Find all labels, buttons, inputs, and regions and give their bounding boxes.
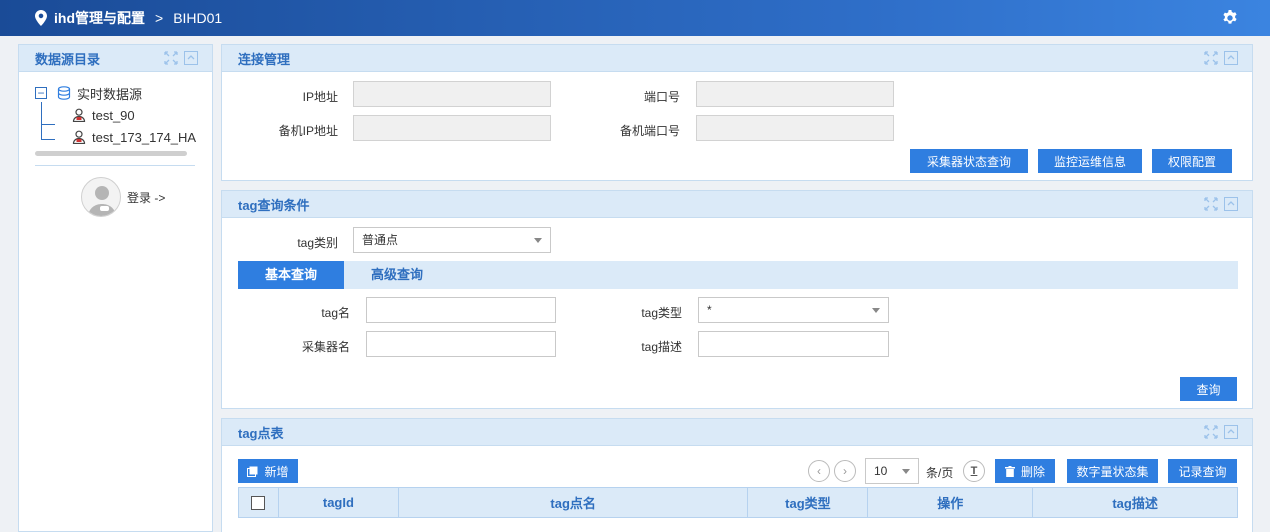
- query-panel-title: tag查询条件: [238, 197, 310, 213]
- connection-panel-title: 连接管理: [238, 51, 291, 67]
- location-pin-icon: [35, 10, 47, 26]
- expand-icon[interactable]: [1204, 425, 1218, 439]
- page-size-value: 10: [874, 464, 888, 478]
- select-all-cell[interactable]: [238, 487, 279, 518]
- user-agent-icon: [72, 108, 86, 122]
- add-button-label: 新增: [264, 464, 289, 479]
- expand-icon[interactable]: [164, 51, 178, 65]
- column-header-operation: 操作: [867, 487, 1034, 518]
- query-tabs: 基本查询 高级查询: [238, 261, 1238, 289]
- tab-advanced-query[interactable]: 高级查询: [344, 261, 450, 289]
- column-header-tag-desc[interactable]: tag描述: [1032, 487, 1238, 518]
- digital-state-set-button[interactable]: 数字量状态集: [1067, 459, 1158, 483]
- tag-desc-label: tag描述: [641, 340, 682, 354]
- database-icon: [57, 86, 71, 100]
- tag-type-select[interactable]: *: [698, 297, 889, 323]
- tag-name-input[interactable]: [366, 297, 556, 323]
- tag-type-value: *: [707, 303, 712, 317]
- gear-icon[interactable]: [1222, 10, 1238, 26]
- datasource-panel-header: 数据源目录: [19, 45, 212, 72]
- login-link[interactable]: 登录 ->: [127, 189, 165, 206]
- collapse-icon[interactable]: [1224, 425, 1238, 439]
- chevron-down-icon: [902, 469, 910, 474]
- prev-page-button[interactable]: ‹: [808, 460, 830, 482]
- tab-basic-query[interactable]: 基本查询: [238, 261, 344, 289]
- collapse-tree-icon[interactable]: −: [35, 87, 47, 99]
- column-header-tag-name[interactable]: tag点名: [397, 487, 749, 518]
- datasource-panel: 数据源目录 − 实时数据源 test_90 test_173_174_HA 登录…: [18, 44, 213, 532]
- tag-category-value: 普通点: [362, 233, 399, 247]
- tree-item-label: test_173_174_HA: [92, 129, 197, 145]
- user-agent-icon: [72, 130, 86, 144]
- permission-config-button[interactable]: 权限配置: [1152, 149, 1232, 173]
- divider: [35, 165, 195, 166]
- tree-item-test-173-174-ha[interactable]: test_173_174_HA: [35, 126, 215, 148]
- login-area[interactable]: 登录 ->: [81, 177, 165, 217]
- next-page-button[interactable]: ›: [834, 460, 856, 482]
- datasource-tree: − 实时数据源 test_90 test_173_174_HA: [19, 72, 212, 148]
- search-button[interactable]: 查询: [1180, 377, 1237, 401]
- tag-category-label: tag类别: [297, 236, 338, 250]
- add-icon: [247, 466, 258, 477]
- add-button[interactable]: 新增: [238, 459, 298, 483]
- tag-category-select[interactable]: 普通点: [353, 227, 551, 253]
- backup-port-label: 备机端口号: [619, 124, 680, 138]
- tree-line: [41, 139, 55, 140]
- avatar[interactable]: [81, 177, 121, 217]
- query-panel: tag查询条件 tag类别 普通点 基本查询 高级查询 tag名 tag类型 *…: [221, 190, 1253, 409]
- backup-ip-input[interactable]: [353, 115, 551, 141]
- avatar-icon: [88, 186, 116, 216]
- collector-status-button[interactable]: 采集器状态查询: [910, 149, 1028, 173]
- tree-root[interactable]: − 实时数据源: [35, 82, 212, 104]
- datasource-panel-title: 数据源目录: [35, 51, 101, 67]
- table-header-row: tagId tag点名 tag类型 操作 tag描述: [238, 487, 1238, 518]
- collapse-icon[interactable]: [1224, 51, 1238, 65]
- text-format-icon[interactable]: T: [963, 460, 985, 482]
- chevron-down-icon: [534, 238, 542, 243]
- tree-item-test-90[interactable]: test_90: [35, 104, 212, 126]
- tree-line: [41, 124, 55, 125]
- tag-name-label: tag名: [321, 306, 350, 320]
- top-bar: ihd管理与配置 > BIHD01: [0, 0, 1270, 36]
- port-label: 端口号: [643, 90, 680, 104]
- page-size-select[interactable]: 10: [865, 458, 919, 484]
- record-query-button[interactable]: 记录查询: [1168, 459, 1237, 483]
- delete-button-label: 删除: [1020, 464, 1045, 479]
- delete-button[interactable]: 删除: [995, 459, 1055, 483]
- tag-table-panel: tag点表 新增 ‹ › 10 条/页 T 删除 数字量状态集 记录查询 tag…: [221, 418, 1253, 532]
- tree-scrollbar[interactable]: [35, 151, 187, 156]
- chevron-down-icon: [872, 308, 880, 313]
- backup-ip-label: 备机IP地址: [278, 124, 338, 138]
- tree-item-label: test_90: [92, 107, 135, 123]
- tag-desc-input[interactable]: [698, 331, 889, 357]
- collector-name-label: 采集器名: [301, 340, 350, 354]
- expand-icon[interactable]: [1204, 197, 1218, 211]
- connection-panel: 连接管理 IP地址 端口号 备机IP地址 备机端口号 采集器状态查询 监控运维信…: [221, 44, 1253, 181]
- connection-panel-header: 连接管理: [222, 45, 1252, 72]
- port-input[interactable]: [696, 81, 894, 107]
- tree-root-label: 实时数据源: [77, 86, 143, 102]
- ip-input[interactable]: [353, 81, 551, 107]
- app-title[interactable]: ihd管理与配置: [54, 8, 145, 28]
- tree-line: [41, 102, 42, 140]
- collapse-icon[interactable]: [1224, 197, 1238, 211]
- select-all-checkbox[interactable]: [251, 496, 266, 511]
- tag-table-panel-header: tag点表: [222, 419, 1252, 446]
- per-page-label: 条/页: [926, 466, 954, 480]
- breadcrumb-current: BIHD01: [173, 10, 223, 26]
- trash-icon: [1004, 465, 1015, 477]
- ip-label: IP地址: [302, 90, 338, 104]
- breadcrumb-separator: >: [155, 10, 164, 26]
- expand-icon[interactable]: [1204, 51, 1218, 65]
- collector-name-input[interactable]: [366, 331, 556, 357]
- collapse-icon[interactable]: [184, 51, 198, 65]
- column-header-tag-type[interactable]: tag类型: [747, 487, 869, 518]
- tag-table: tagId tag点名 tag类型 操作 tag描述: [238, 487, 1238, 518]
- backup-port-input[interactable]: [696, 115, 894, 141]
- tag-table-panel-title: tag点表: [238, 425, 284, 441]
- tag-type-label: tag类型: [641, 306, 682, 320]
- column-header-tagid[interactable]: tagId: [277, 487, 399, 518]
- monitor-ops-button[interactable]: 监控运维信息: [1038, 149, 1142, 173]
- query-panel-header: tag查询条件: [222, 191, 1252, 218]
